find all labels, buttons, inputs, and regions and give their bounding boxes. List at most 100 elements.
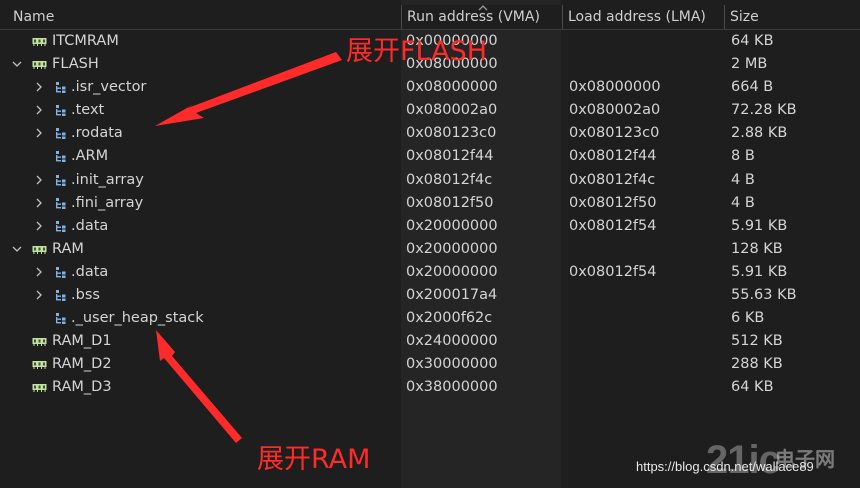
section-icon xyxy=(56,151,66,163)
row-lma: 0x080002a0 xyxy=(569,102,661,119)
row-vma: 0x38000000 xyxy=(406,379,498,396)
section-icon xyxy=(56,290,66,302)
row-vma: 0x20000000 xyxy=(406,240,498,257)
annotation-expand-ram: 展开RAM xyxy=(257,444,371,475)
row-vma: 0x24000000 xyxy=(406,333,498,350)
row-size: 2.88 KB xyxy=(731,125,788,142)
section-icon xyxy=(56,128,66,140)
row-lma: 0x080123c0 xyxy=(569,125,660,142)
section-row[interactable]: .rodata 0x080123c0 0x080123c0 2.88 KB xyxy=(0,122,860,145)
memory-region-row[interactable]: RAM_D1 0x24000000 512 KB xyxy=(0,330,860,353)
row-name: .text xyxy=(71,102,105,119)
column-header: Name Run address (VMA) Load address (LMA… xyxy=(0,5,860,30)
chevron-right-icon[interactable] xyxy=(34,105,44,115)
memory-chip-icon xyxy=(32,361,47,370)
section-row[interactable]: .ARM 0x08012f44 0x08012f44 8 B xyxy=(0,145,860,168)
section-row[interactable]: .data 0x20000000 0x08012f54 5.91 KB xyxy=(0,261,860,284)
row-vma: 0x20000000 xyxy=(406,263,498,280)
row-name: .init_array xyxy=(71,171,144,188)
memory-region-tree: Name Run address (VMA) Load address (LMA… xyxy=(0,0,860,488)
row-vma: 0x080002a0 xyxy=(406,102,498,119)
row-name: RAM_D3 xyxy=(52,379,112,396)
memory-region-row[interactable]: RAM_D2 0x30000000 288 KB xyxy=(0,353,860,376)
row-name: ITCMRAM xyxy=(52,33,119,49)
row-size: 512 KB xyxy=(731,333,783,350)
row-size: 8 B xyxy=(731,148,755,165)
section-row[interactable]: ._user_heap_stack 0x2000f62c 6 KB xyxy=(0,307,860,330)
memory-chip-icon xyxy=(32,61,47,70)
row-lma: 0x08012f50 xyxy=(569,194,657,211)
row-vma: 0x080123c0 xyxy=(406,125,497,142)
chevron-right-icon[interactable] xyxy=(34,221,44,231)
row-size: 664 B xyxy=(731,79,774,96)
row-name: ._user_heap_stack xyxy=(71,310,204,327)
row-vma: 0x08012f50 xyxy=(406,194,494,211)
row-size: 64 KB xyxy=(731,33,774,49)
chevron-right-icon[interactable] xyxy=(34,175,44,185)
section-icon xyxy=(56,313,66,325)
section-row[interactable]: .data 0x20000000 0x08012f54 5.91 KB xyxy=(0,215,860,238)
memory-chip-icon xyxy=(32,384,47,393)
row-size: 2 MB xyxy=(731,56,768,73)
row-size: 4 B xyxy=(731,171,755,188)
row-size: 5.91 KB xyxy=(731,263,788,280)
section-row[interactable]: .bss 0x200017a4 55.63 KB xyxy=(0,284,860,307)
header-name[interactable]: Name xyxy=(8,5,400,29)
row-name: .ARM xyxy=(71,148,109,165)
row-name: .fini_array xyxy=(71,194,144,211)
row-lma: 0x08000000 xyxy=(569,79,661,96)
chevron-right-icon[interactable] xyxy=(34,267,44,277)
row-lma: 0x08012f54 xyxy=(569,217,657,234)
section-icon xyxy=(56,197,66,209)
row-size: 128 KB xyxy=(731,240,783,257)
row-size: 64 KB xyxy=(731,379,774,396)
sort-ascending-icon xyxy=(478,5,488,11)
row-name: .data xyxy=(71,217,109,234)
section-icon xyxy=(56,174,66,186)
row-vma: 0x2000f62c xyxy=(406,310,493,327)
row-vma: 0x200017a4 xyxy=(406,287,498,304)
row-name: RAM xyxy=(52,240,84,257)
tree-rows: ITCMRAM 0x00000000 64 KB FLASH 0x08000000 2 M… xyxy=(0,30,860,400)
row-vma: 0x08000000 xyxy=(406,79,498,96)
row-lma: 0x08012f44 xyxy=(569,148,657,165)
row-size: 5.91 KB xyxy=(731,217,788,234)
section-row[interactable]: .fini_array 0x08012f50 0x08012f50 4 B xyxy=(0,192,860,215)
chevron-right-icon[interactable] xyxy=(34,198,44,208)
row-name: FLASH xyxy=(52,56,99,73)
row-vma: 0x08012f4c xyxy=(406,171,493,188)
row-name: .isr_vector xyxy=(71,79,147,96)
row-name: .bss xyxy=(71,287,100,304)
chevron-right-icon[interactable] xyxy=(34,82,44,92)
memory-chip-icon xyxy=(32,38,47,46)
row-size: 72.28 KB xyxy=(731,102,797,119)
row-vma: 0x30000000 xyxy=(406,356,498,373)
memory-region-row[interactable]: RAM 0x20000000 128 KB xyxy=(0,238,860,261)
row-vma: 0x20000000 xyxy=(406,217,498,234)
chevron-down-icon[interactable] xyxy=(12,244,22,254)
row-lma: 0x08012f4c xyxy=(569,171,656,188)
header-lma[interactable]: Load address (LMA) xyxy=(562,5,724,29)
section-icon xyxy=(56,105,66,117)
chevron-down-icon[interactable] xyxy=(12,59,22,69)
row-size: 55.63 KB xyxy=(731,287,797,304)
section-icon xyxy=(56,82,66,94)
row-size: 6 KB xyxy=(731,310,765,327)
row-size: 288 KB xyxy=(731,356,783,373)
section-row[interactable]: .init_array 0x08012f4c 0x08012f4c 4 B xyxy=(0,169,860,192)
chevron-right-icon[interactable] xyxy=(34,128,44,138)
row-lma: 0x08012f54 xyxy=(569,263,657,280)
row-name: RAM_D1 xyxy=(52,333,112,350)
section-row[interactable]: .isr_vector 0x08000000 0x08000000 664 B xyxy=(0,76,860,99)
chevron-right-icon[interactable] xyxy=(34,290,44,300)
row-name: .rodata xyxy=(71,125,123,142)
header-size[interactable]: Size xyxy=(724,5,860,29)
memory-region-row[interactable]: RAM_D3 0x38000000 64 KB xyxy=(0,376,860,399)
section-icon xyxy=(56,266,66,278)
section-icon xyxy=(56,220,66,232)
section-row[interactable]: .text 0x080002a0 0x080002a0 72.28 KB xyxy=(0,99,860,122)
memory-chip-icon xyxy=(32,245,47,254)
row-vma: 0x08012f44 xyxy=(406,148,494,165)
row-name: .data xyxy=(71,263,109,280)
row-size: 4 B xyxy=(731,194,755,211)
